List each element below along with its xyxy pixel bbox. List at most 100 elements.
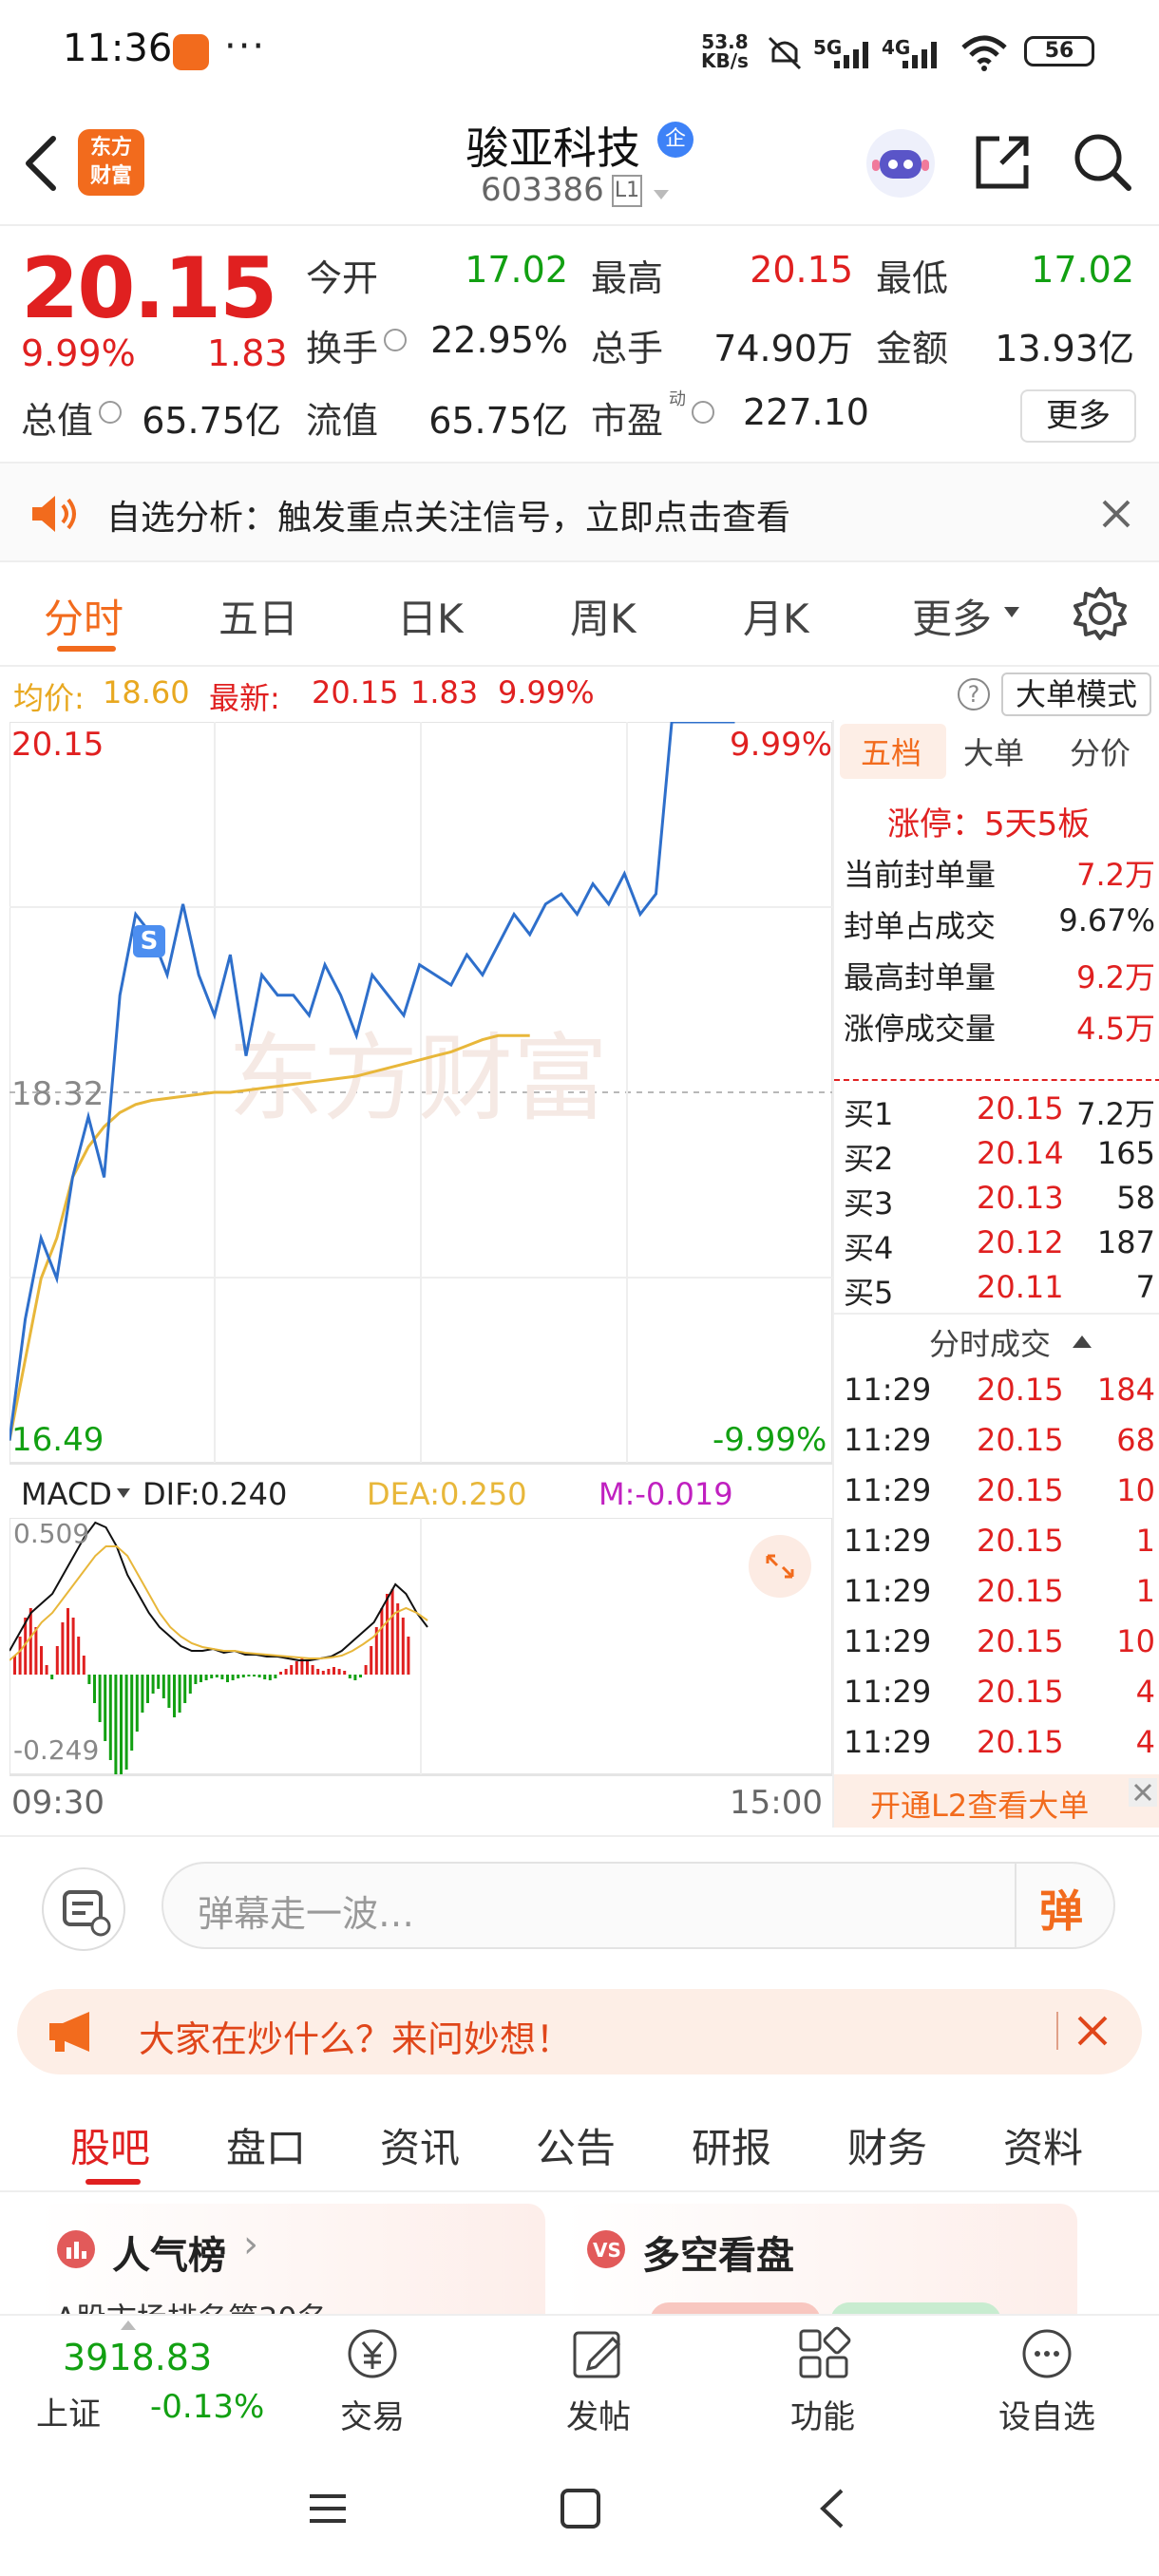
more-quote-button[interactable]: 更多: [1020, 389, 1136, 443]
status-more-dots: ···: [224, 25, 267, 68]
signal-4g-icon: [902, 42, 937, 68]
popularity-card[interactable]: 人气榜 › A股市场排名第30名: [38, 2204, 545, 2318]
bull-bear-card[interactable]: VS 多空看盘: [564, 2204, 1077, 2318]
home-icon[interactable]: [559, 2487, 602, 2530]
bid-volume: 58: [1116, 1180, 1155, 1216]
price-info-line: 均价: 18.60 最新: 20.15 1.83 9.99% ? 大单模式: [0, 665, 1159, 718]
subtab-announcements[interactable]: 公告: [536, 2116, 616, 2174]
limit-stat-value: 4.5万: [1076, 1011, 1155, 1047]
status-time: 11:36: [63, 27, 173, 70]
close-icon[interactable]: [1100, 498, 1132, 530]
tick-time: 11:29: [844, 1573, 932, 1609]
intraday-chart[interactable]: 东方财富 20.15 9.99% 18.32 16.49 -9.99% S: [10, 722, 832, 1463]
subtab-profile[interactable]: 资料: [1003, 2116, 1083, 2174]
caret-down-icon[interactable]: [652, 188, 671, 201]
high-value: 20.15: [750, 249, 853, 291]
assistant-avatar-icon[interactable]: [863, 125, 939, 201]
index-value: 3918.83: [63, 2337, 213, 2378]
close-icon[interactable]: [1129, 1778, 1157, 1807]
macd-label[interactable]: MACD: [21, 1476, 112, 1512]
expand-button[interactable]: [749, 1535, 811, 1598]
tab-price-dist[interactable]: 分价: [1070, 729, 1130, 773]
tab-five-day[interactable]: 五日: [218, 587, 298, 645]
popularity-title: 人气榜: [112, 2234, 226, 2278]
expand-icon: [766, 1554, 794, 1579]
tick-price: 20.15: [977, 1623, 1064, 1659]
subtab-pankou[interactable]: 盘口: [226, 2116, 306, 2174]
market-cap-label: 总值: [21, 400, 94, 442]
tab-daily-k[interactable]: 日K: [397, 587, 464, 645]
help-icon[interactable]: ?: [958, 678, 990, 710]
tick-price: 20.15: [977, 1573, 1064, 1609]
open-label: 今开: [306, 257, 379, 299]
tab-big-orders[interactable]: 大单: [963, 729, 1024, 773]
share-icon[interactable]: [971, 131, 1034, 194]
nav-trade[interactable]: 交易: [306, 2325, 439, 2437]
tick-time: 11:29: [844, 1623, 932, 1659]
bid-volume: 7: [1135, 1269, 1155, 1305]
tab-five-levels[interactable]: 五档: [861, 729, 922, 773]
chart-watermark: 东方财富: [228, 1023, 608, 1134]
menu-icon[interactable]: [306, 2487, 350, 2530]
tick-volume: 4: [1135, 1674, 1155, 1710]
caret-up-icon: [121, 2320, 136, 2330]
float-cap-label: 流值: [306, 400, 379, 442]
market-cap-info-icon[interactable]: [99, 401, 122, 424]
back-icon[interactable]: [19, 133, 63, 194]
bid-volume: 165: [1096, 1135, 1155, 1171]
app-notification-icon: [173, 34, 209, 70]
tick-time: 11:29: [844, 1472, 932, 1508]
subtab-news[interactable]: 资讯: [380, 2116, 460, 2174]
danmu-send-button[interactable]: 弹: [1039, 1877, 1083, 1940]
nav-post[interactable]: 发帖: [532, 2325, 665, 2437]
ticks-title[interactable]: 分时成交: [929, 1320, 1051, 1364]
divider: [1056, 2012, 1058, 2050]
tick-volume: 10: [1116, 1623, 1155, 1659]
nav-add-watchlist[interactable]: 设自选: [980, 2325, 1113, 2437]
search-icon[interactable]: [1072, 131, 1134, 194]
tab-weekly-k[interactable]: 周K: [570, 587, 636, 645]
tab-more[interactable]: 更多: [912, 587, 992, 645]
close-icon[interactable]: [1075, 2014, 1110, 2048]
settings-gear-icon[interactable]: [1072, 585, 1129, 642]
subtab-finance[interactable]: 财务: [847, 2116, 927, 2174]
turnover-info-icon[interactable]: [384, 329, 407, 351]
danmu-toggle-button[interactable]: [42, 1867, 125, 1951]
index-widget[interactable]: 3918.83 上证 -0.13%: [0, 2316, 276, 2445]
bid-price: 20.12: [977, 1224, 1064, 1260]
sell-signal-badge[interactable]: S: [133, 925, 165, 957]
tab-intraday[interactable]: 分时: [44, 587, 124, 645]
latest-value: 20.15: [312, 674, 399, 710]
content-tabs: 股吧 盘口 资讯 公告 研报 财务 资料: [0, 2088, 1159, 2192]
ask-promo-banner[interactable]: 大家在炒什么？来问妙想！: [17, 1989, 1142, 2074]
notice-bar[interactable]: 自选分析：触发重点关注信号，立即点击查看: [0, 462, 1159, 562]
limit-up-title: 涨停：5天5板: [887, 805, 1091, 843]
back-nav-icon[interactable]: [811, 2487, 855, 2530]
macd-chart[interactable]: 0.509 -0.249: [9, 1517, 833, 1789]
danmu-input[interactable]: 弹幕走一波… 弹: [162, 1862, 1115, 1949]
tab-monthly-k[interactable]: 月K: [743, 587, 809, 645]
tick-time: 11:29: [844, 1674, 932, 1710]
bid-price: 20.14: [977, 1135, 1064, 1171]
subtab-guba[interactable]: 股吧: [70, 2116, 150, 2174]
more-dots-icon: [1022, 2329, 1072, 2378]
subtab-research[interactable]: 研报: [692, 2116, 771, 2174]
volume-label: 总手: [591, 328, 664, 369]
nav-functions-label: 功能: [790, 2398, 855, 2436]
app-logo: 东方 财富: [78, 129, 144, 196]
nav-add-watchlist-label: 设自选: [998, 2398, 1095, 2436]
amount-label: 金额: [876, 328, 949, 369]
bid-label: 买1: [844, 1096, 894, 1132]
nav-functions[interactable]: 功能: [756, 2325, 889, 2437]
l2-banner[interactable]: 开通L2查看大单: [834, 1774, 1159, 1828]
ranking-icon: [57, 2230, 95, 2268]
time-start: 09:30: [11, 1784, 104, 1822]
bid-volume: 7.2万: [1076, 1096, 1155, 1132]
chart-tabs: 分时 五日 日K 周K 月K 更多: [0, 564, 1159, 663]
float-cap-value: 65.75亿: [428, 400, 568, 442]
danmu-icon: [63, 1890, 111, 1937]
pe-info-icon[interactable]: [692, 401, 714, 424]
big-order-mode-button[interactable]: 大单模式: [1001, 672, 1151, 716]
latest-label: 最新:: [209, 680, 280, 716]
system-nav-bar: [0, 2443, 1159, 2576]
